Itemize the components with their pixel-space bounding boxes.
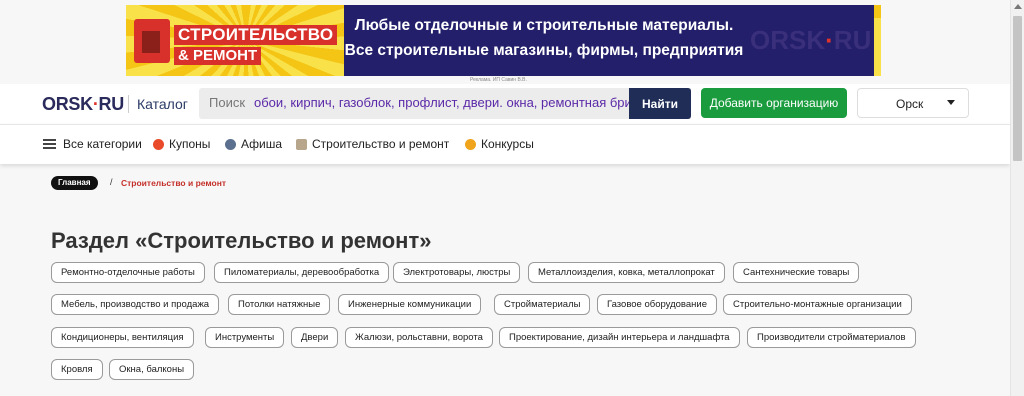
subcategory-tag[interactable]: Электротовары, люстры (393, 262, 521, 283)
page-title: Раздел «Строительство и ремонт» (51, 228, 432, 253)
subcategory-tag[interactable]: Стройматериалы (494, 294, 591, 315)
ad-disclaimer: Реклама. ИП Савин В.В. (470, 77, 527, 83)
tools-icon (296, 138, 307, 150)
coupon-icon (153, 138, 164, 150)
banner-logo-main: ORSK (750, 25, 826, 55)
nav-coupons[interactable]: Купоны (153, 137, 210, 151)
menu-icon (43, 139, 56, 149)
subcategory-tag[interactable]: Газовое оборудование (597, 294, 717, 315)
nav-label: Строительство и ремонт (312, 137, 450, 151)
search-placeholder: Поиск (209, 95, 246, 110)
page-scrollbar[interactable] (1010, 0, 1024, 396)
nav-label: Купоны (169, 137, 211, 151)
banner-logo-line1: СТРОИТЕЛЬСТВО (174, 25, 338, 45)
nav-label: Все категории (63, 137, 142, 151)
banner-logo-tail: RU (833, 25, 872, 55)
subcategory-tag[interactable]: Металлоизделия, ковка, металлопрокат (528, 262, 725, 283)
banner-text: Любые отделочные и строительные материал… (344, 13, 744, 63)
star-icon (465, 138, 476, 150)
nav-contests[interactable]: Конкурсы (465, 137, 534, 151)
subcategory-tag[interactable]: Окна, балконы (109, 359, 195, 380)
search-input[interactable]: Поиск обои, кирпич, газоблок, профлист, … (199, 88, 691, 119)
subcategory-tag[interactable]: Кондиционеры, вентиляция (51, 327, 194, 348)
caret-down-icon (947, 100, 955, 105)
banner-construction-logo: СТРОИТЕЛЬСТВО & РЕМОНТ (134, 13, 364, 69)
city-select[interactable]: Орск (857, 88, 969, 118)
banner-orsk-logo: ORSK·RU (750, 25, 871, 56)
subcategory-tag[interactable]: Строительно-монтажные организации (723, 294, 912, 315)
subcategory-tag[interactable]: Мебель, производство и продажа (51, 294, 220, 315)
nav-afisha[interactable]: Афиша (225, 137, 282, 151)
site-logo[interactable]: ORSK·RU (42, 94, 124, 115)
nav-construction[interactable]: Строительство и ремонт (296, 137, 449, 151)
search-button[interactable]: Найти (629, 88, 691, 119)
city-name: Орск (896, 97, 924, 111)
subcategory-tag[interactable]: Кровля (51, 359, 103, 380)
breadcrumb-current: Строительство и ремонт (121, 178, 227, 188)
scrollbar-thumb[interactable] (1013, 16, 1022, 161)
breadcrumb-separator: / (110, 177, 113, 187)
ad-banner-area: СТРОИТЕЛЬСТВО & РЕМОНТ Любые отделочные … (0, 0, 1010, 84)
subcategory-tag[interactable]: Двери (291, 327, 339, 348)
add-organization-button[interactable]: Добавить организацию (701, 88, 847, 118)
subcategory-tag[interactable]: Инженерные коммуникации (338, 294, 482, 315)
subcategory-tag[interactable]: Сантехнические товары (733, 262, 860, 283)
subcategory-tag[interactable]: Жалюзи, рольставни, ворота (345, 327, 493, 348)
banner-logo-line2: & РЕМОНТ (174, 47, 262, 65)
search-hint: обои, кирпич, газоблок, профлист, двери.… (254, 95, 659, 110)
subcategory-tag[interactable]: Инструменты (205, 327, 285, 348)
nav-all-categories[interactable]: Все категории (43, 137, 142, 151)
site-header: ORSK·RU Каталог Поиск обои, кирпич, газо… (0, 84, 1010, 124)
brick-icon (134, 19, 170, 63)
breadcrumb-home[interactable]: Главная (51, 176, 98, 190)
banner-logo-dot: · (825, 25, 834, 55)
banner-line2: Все строительные магазины, фирмы, предпр… (344, 42, 744, 59)
subcategory-tag[interactable]: Проектирование, дизайн интерьера и ландш… (499, 327, 740, 348)
subcategory-tag[interactable]: Потолки натяжные (228, 294, 331, 315)
catalog-link[interactable]: Каталог (128, 95, 188, 113)
globe-icon (225, 138, 236, 150)
subcategory-tag[interactable]: Пиломатериалы, деревообработка (214, 262, 390, 283)
ad-banner[interactable]: СТРОИТЕЛЬСТВО & РЕМОНТ Любые отделочные … (126, 5, 881, 76)
logo-tail: RU (98, 94, 125, 114)
banner-line1: Любые отделочные и строительные материал… (354, 17, 734, 34)
category-nav: Все категории Купоны Афиша Строительство… (0, 124, 1010, 164)
nav-label: Конкурсы (481, 137, 534, 151)
nav-label: Афиша (241, 137, 283, 151)
subcategory-tag[interactable]: Производители стройматериалов (747, 327, 916, 348)
subcategory-tag[interactable]: Ремонтно-отделочные работы (51, 262, 205, 283)
logo-main: ORSK (42, 94, 93, 114)
scroll-up-arrow-icon[interactable] (1014, 4, 1022, 9)
